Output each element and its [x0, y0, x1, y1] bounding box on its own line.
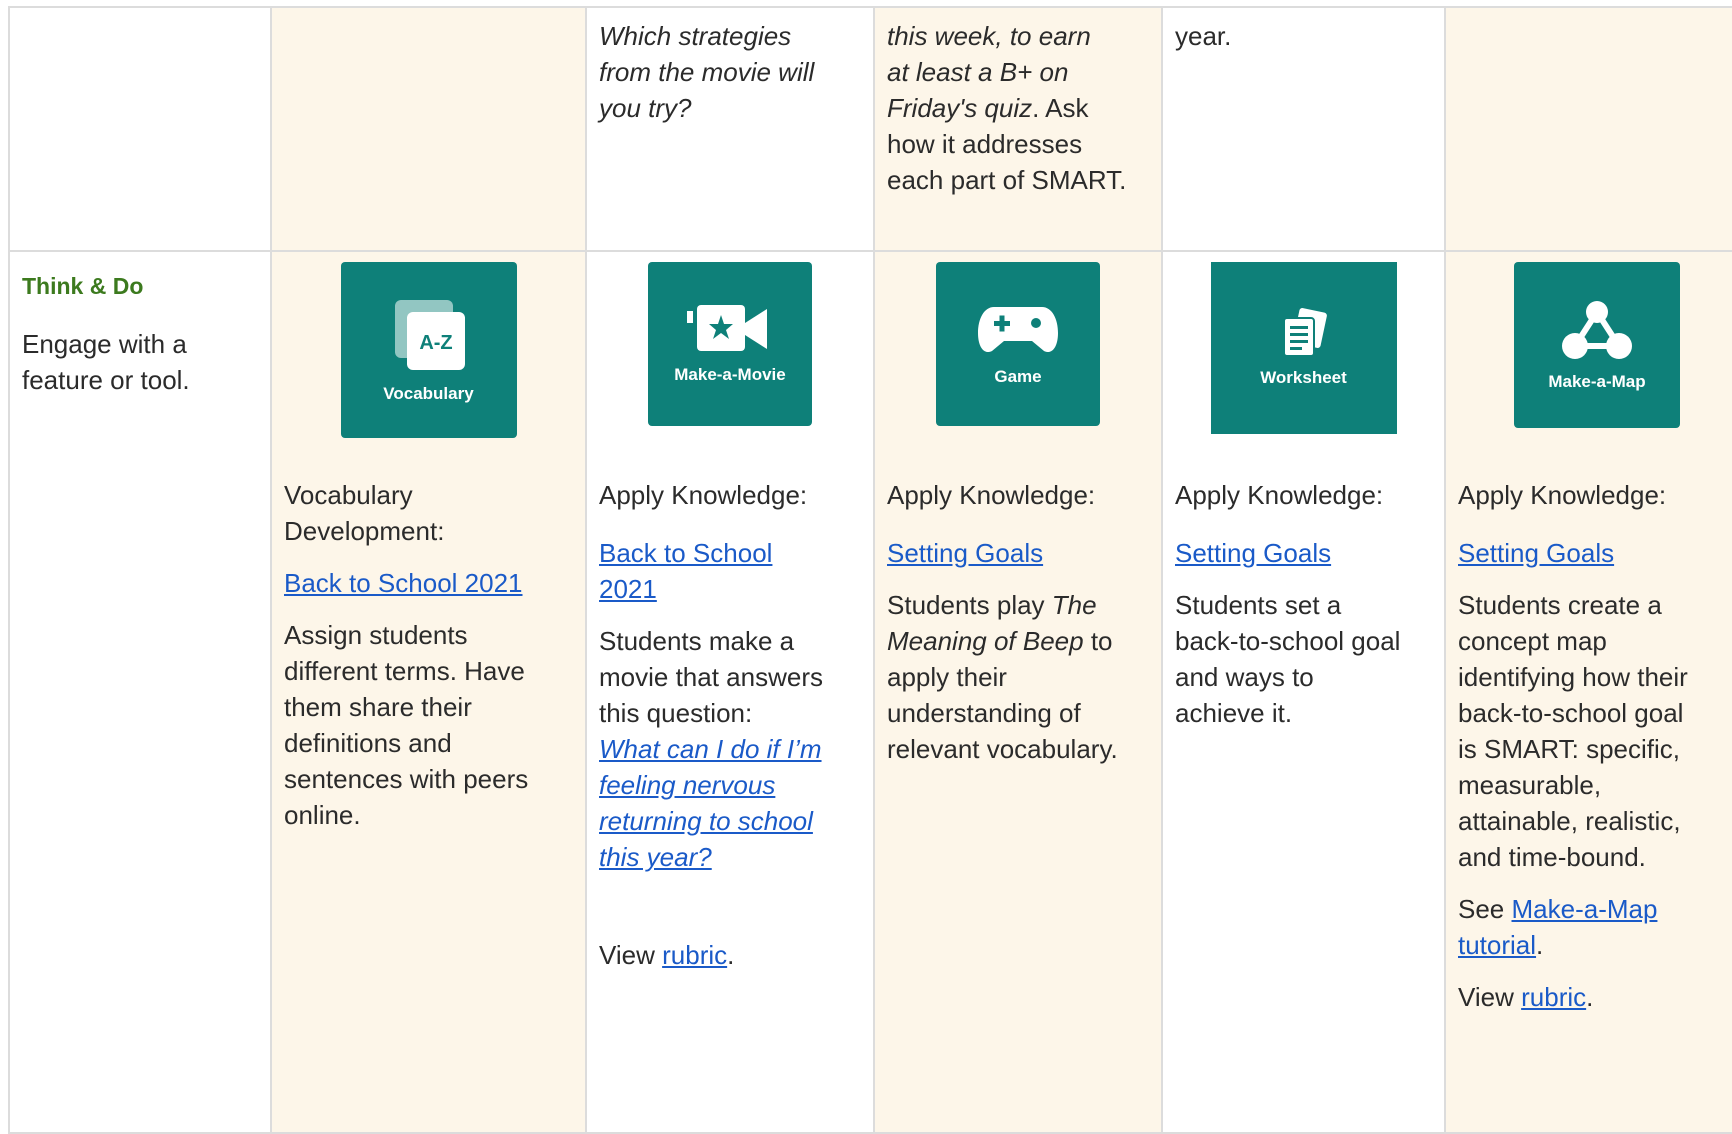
movie-body-line: this question:: [599, 698, 753, 728]
ask-text: . Ask: [1032, 93, 1089, 123]
map-body-line: back-to-school goal: [1458, 698, 1684, 728]
vocabulary-icon: A-Z: [394, 300, 465, 370]
cell-top-movie: Which strategies from the movie will you…: [585, 6, 875, 252]
movie-body-line: movie that answers: [599, 662, 823, 692]
vocabulary-body-line: sentences with peers: [284, 764, 529, 794]
think-do-title: Think & Do: [22, 273, 144, 299]
vocabulary-body-line: different terms. Have: [284, 656, 525, 686]
vocabulary-body-line: Assign students: [284, 620, 468, 650]
quiz-goal-line: at least a B+ on: [887, 57, 1069, 87]
movie-heading: Apply Knowledge:: [599, 480, 808, 510]
rubric-link[interactable]: rubric: [1521, 982, 1586, 1012]
worksheet-tile[interactable]: Worksheet: [1210, 262, 1397, 434]
make-a-map-tutorial-link[interactable]: tutorial: [1458, 930, 1536, 960]
concept-map-icon: [1562, 301, 1632, 359]
year-text: year.: [1175, 21, 1232, 51]
vocabulary-tile-label: Vocabulary: [383, 384, 474, 403]
cell-worksheet: Worksheet Apply Knowledge: Setting Goals…: [1161, 250, 1446, 1134]
worksheet-tile-label: Worksheet: [1260, 368, 1347, 387]
map-body-line: measurable,: [1458, 770, 1602, 800]
vocabulary-body-line: definitions and: [284, 728, 452, 758]
map-body-line: identifying how their: [1458, 662, 1688, 692]
worksheet-body-line: and ways to: [1175, 662, 1314, 692]
setting-goals-link[interactable]: Setting Goals: [1458, 538, 1614, 568]
vocabulary-body-line: them share their: [284, 692, 472, 722]
cell-top-worksheet: year.: [1161, 6, 1446, 252]
cell-vocabulary: A-Z Vocabulary Vocabulary Development: B…: [270, 250, 587, 1134]
map-body-line: is SMART: specific,: [1458, 734, 1681, 764]
back-to-school-link-line[interactable]: 2021: [599, 574, 657, 604]
cell-top-map: [1444, 6, 1732, 252]
worksheet-icon: [1282, 308, 1327, 357]
worksheet-heading: Apply Knowledge:: [1175, 480, 1384, 510]
gamepad-icon: [978, 307, 1058, 353]
worksheet-body-line: back-to-school goal: [1175, 626, 1401, 656]
table-row-think-do: Think & Do Engage with a feature or tool…: [8, 250, 1732, 1134]
cell-top-game: this week, to earn at least a B+ on Frid…: [873, 6, 1163, 252]
map-body-line: concept map: [1458, 626, 1607, 656]
rubric-link[interactable]: rubric: [662, 940, 727, 970]
smart-line: how it addresses: [887, 129, 1083, 159]
cell-make-a-map: Make-a-Map Apply Knowledge: Setting Goal…: [1444, 250, 1732, 1134]
map-body-line: and time-bound.: [1458, 842, 1646, 872]
movie-question-line: from the movie will: [599, 57, 815, 87]
movie-question-link[interactable]: What can I do if I’m: [599, 734, 822, 764]
game-tile-label: Game: [994, 367, 1042, 386]
game-heading: Apply Knowledge:: [887, 480, 1096, 510]
back-to-school-link[interactable]: Back to School 2021: [284, 568, 523, 598]
row-label-cell-think-do: Think & Do Engage with a feature or tool…: [8, 250, 272, 1134]
vocabulary-heading-line: Development:: [284, 516, 445, 546]
view-suffix: .: [727, 940, 735, 970]
quiz-goal-line: Friday's quiz: [887, 93, 1033, 123]
smart-line: each part of SMART.: [887, 165, 1127, 195]
setting-goals-link[interactable]: Setting Goals: [1175, 538, 1331, 568]
make-a-movie-tile[interactable]: Make-a-Movie: [648, 262, 812, 426]
view-prefix: View: [599, 940, 663, 970]
movie-question-link[interactable]: this year?: [599, 842, 712, 872]
setting-goals-link[interactable]: Setting Goals: [887, 538, 1043, 568]
map-body-line: Students create a: [1458, 590, 1662, 620]
vocabulary-body-line: online.: [284, 800, 361, 830]
see-suffix: .: [1536, 930, 1544, 960]
movie-camera-icon: [687, 305, 767, 351]
make-a-map-tutorial-link[interactable]: Make-a-Map: [1512, 894, 1658, 924]
back-to-school-link-line[interactable]: Back to School: [599, 538, 772, 568]
view-suffix: .: [1586, 982, 1594, 1012]
map-body-line: attainable, realistic,: [1458, 806, 1681, 836]
game-body-a: Students play: [887, 590, 1052, 620]
worksheet-body-line: Students set a: [1175, 590, 1342, 620]
movie-question-link[interactable]: returning to school: [599, 806, 813, 836]
movie-question-line: you try?: [599, 93, 692, 123]
think-do-desc-line: feature or tool.: [22, 365, 190, 395]
see-prefix: See: [1458, 894, 1512, 924]
cell-top-vocabulary: [270, 6, 587, 252]
row-label-cell-top: [8, 6, 272, 252]
cell-make-a-movie: Make-a-Movie Apply Knowledge: Back to Sc…: [585, 250, 875, 1134]
view-prefix: View: [1458, 982, 1522, 1012]
vocabulary-heading-line: Vocabulary: [284, 480, 413, 510]
make-a-map-tile-label: Make-a-Map: [1548, 372, 1646, 391]
map-heading: Apply Knowledge:: [1458, 480, 1667, 510]
worksheet-body-line: achieve it.: [1175, 698, 1293, 728]
movie-body-line: Students make a: [599, 626, 795, 656]
table-row-top: Which strategies from the movie will you…: [8, 6, 1732, 252]
movie-question-link[interactable]: feeling nervous: [599, 770, 775, 800]
lesson-plan-table: Which strategies from the movie will you…: [8, 6, 1732, 1134]
quiz-goal-line: this week, to earn: [887, 21, 1091, 51]
game-tile[interactable]: Game: [936, 262, 1100, 426]
make-a-movie-tile-label: Make-a-Movie: [674, 365, 786, 384]
make-a-map-tile[interactable]: Make-a-Map: [1514, 262, 1680, 428]
think-do-desc-line: Engage with a: [22, 329, 187, 359]
lesson-plan-page: Which strategies from the movie will you…: [0, 0, 1732, 1134]
cell-game: Game Apply Knowledge: Setting Goals Stud…: [873, 250, 1163, 1134]
svg-text:A-Z: A-Z: [419, 332, 452, 354]
movie-question-line: Which strategies: [599, 21, 792, 51]
vocabulary-tile[interactable]: A-Z Vocabulary: [340, 262, 517, 438]
